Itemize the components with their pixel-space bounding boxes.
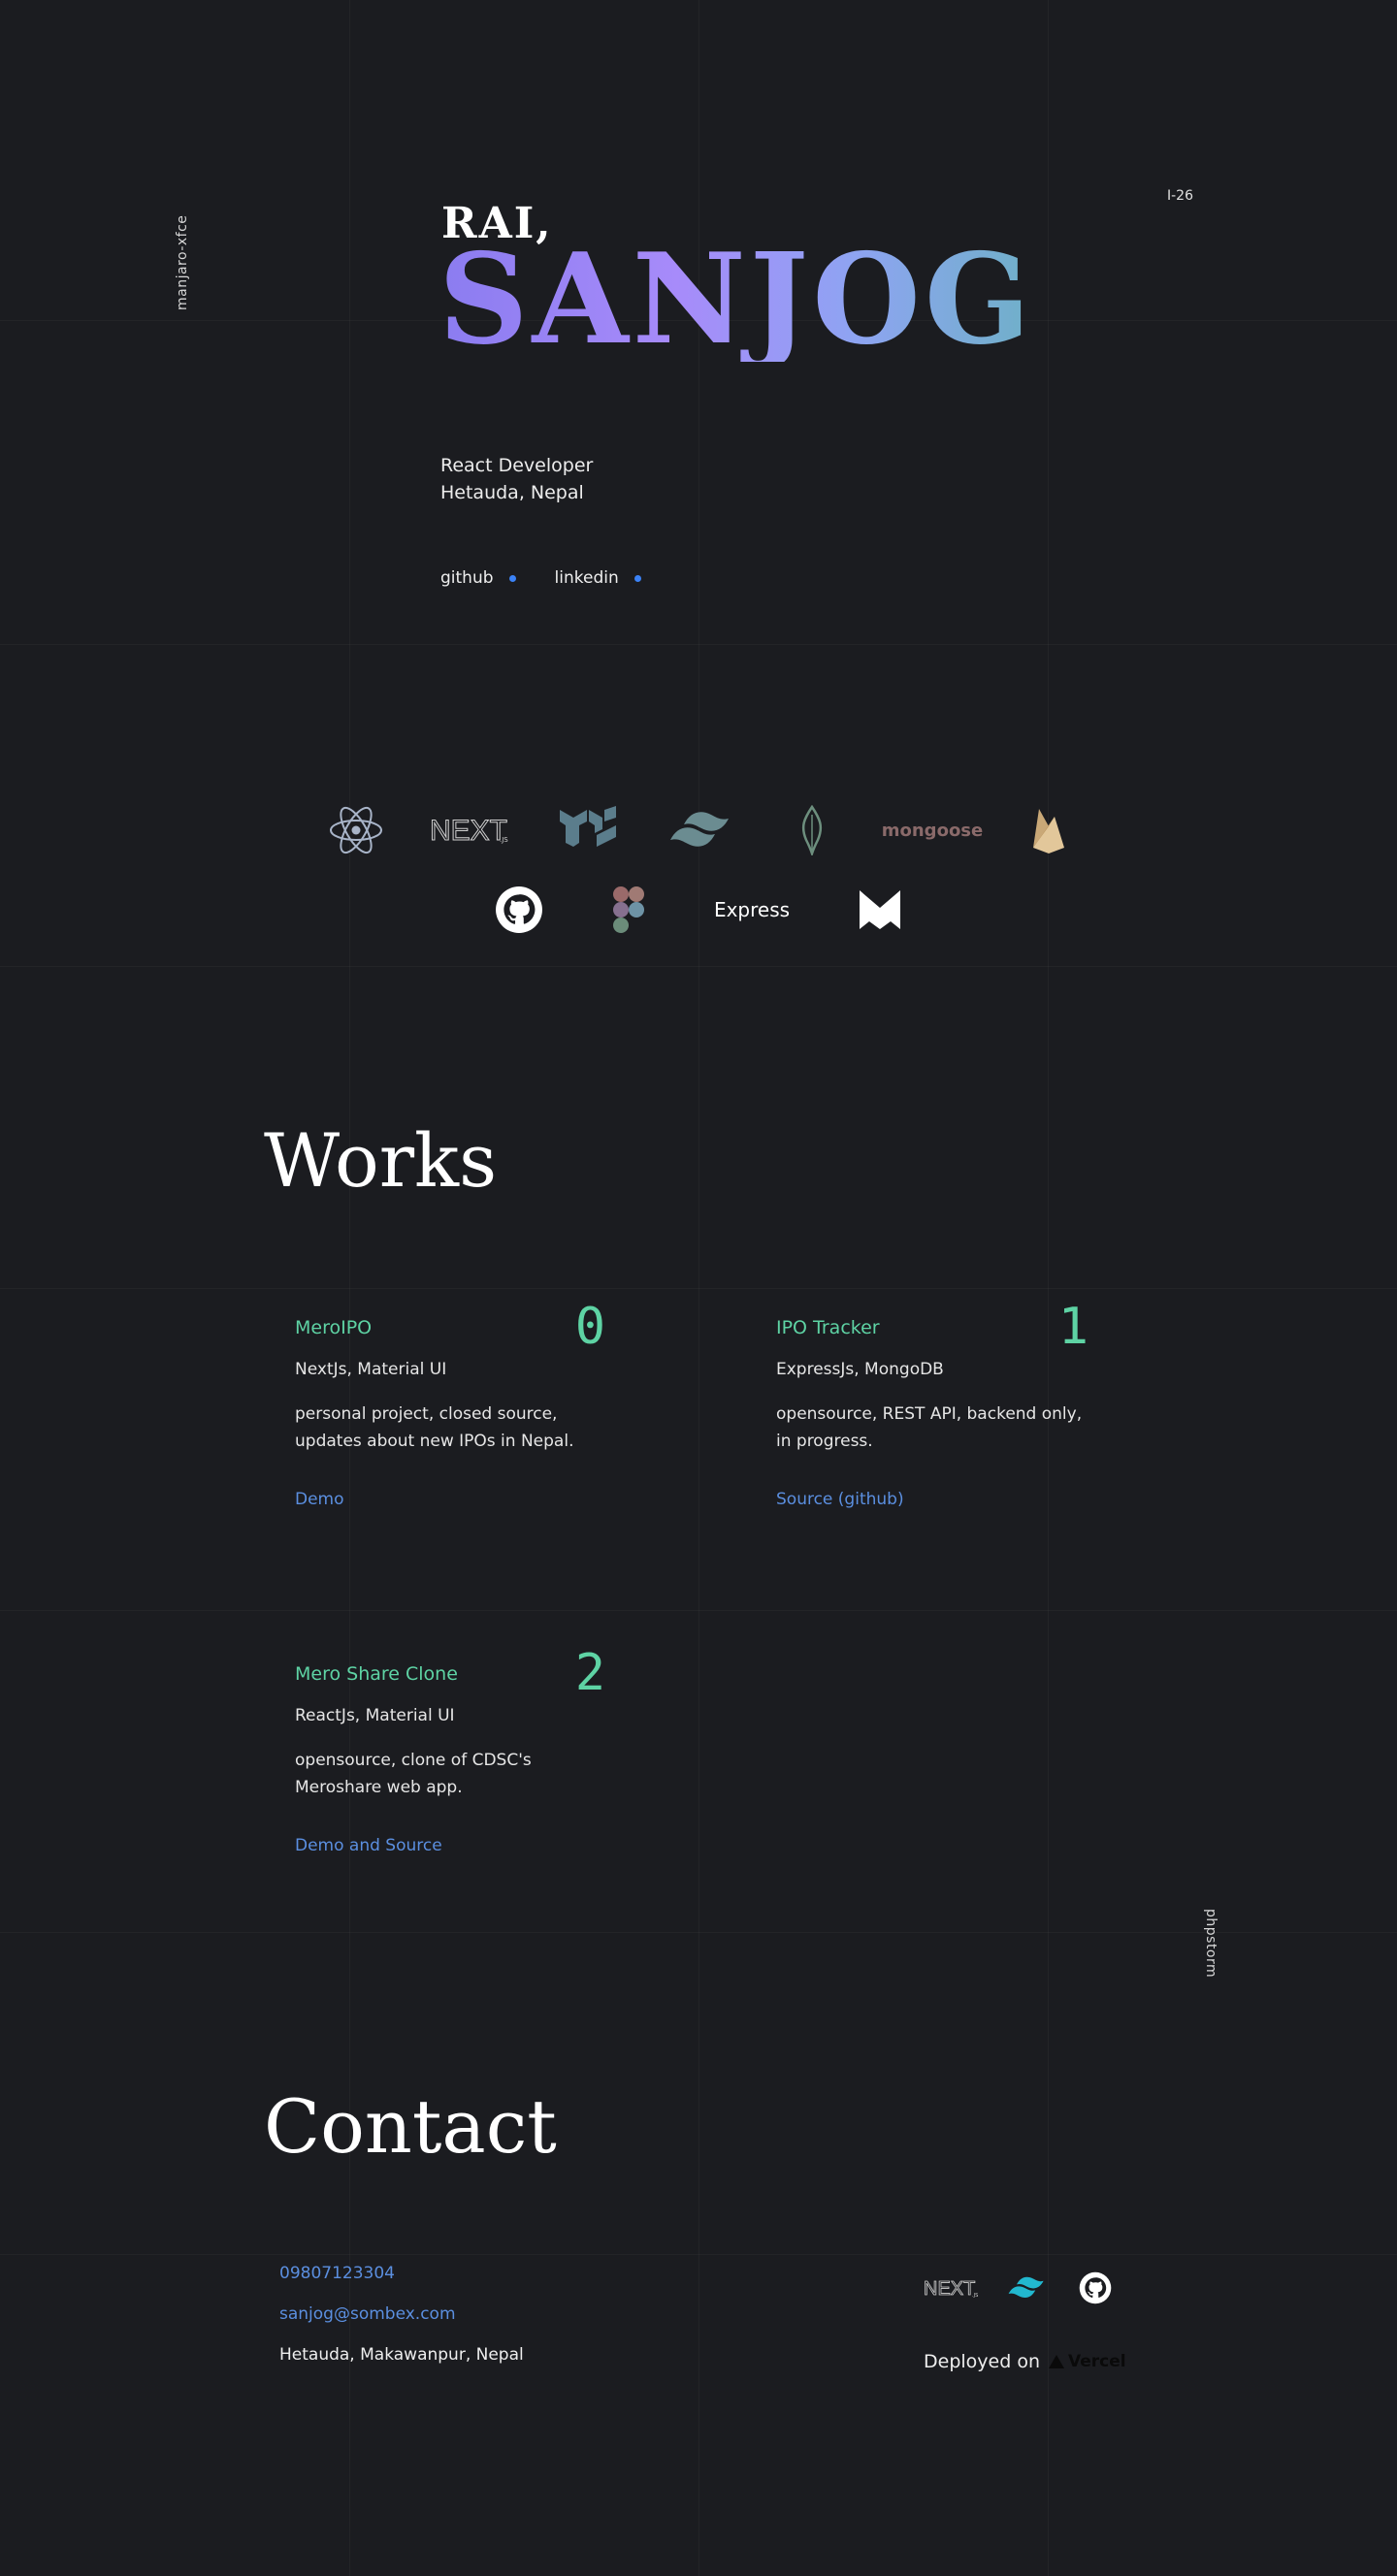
hero-role: React Developer xyxy=(440,455,594,476)
deployed-on: Deployed on Vercel xyxy=(924,2351,1126,2372)
contact-email-link[interactable]: sanjog@sombex.com xyxy=(279,2304,524,2324)
work-title: IPO Tracker xyxy=(776,1317,880,1338)
vercel-triangle-icon xyxy=(1048,2355,1064,2368)
tailwind-icon xyxy=(665,807,742,853)
grid-line xyxy=(0,1932,1397,1933)
linkedin-link[interactable]: linkedin xyxy=(555,568,641,588)
work-demo-source-link[interactable]: Demo and Source xyxy=(295,1836,442,1855)
vercel-logo[interactable]: Vercel xyxy=(1048,2352,1126,2371)
nextjs-icon: NEXT .JS xyxy=(924,2275,979,2304)
work-number: 1 xyxy=(1057,1298,1088,1356)
github-icon xyxy=(495,886,543,934)
work-card: 0 MeroIPO NextJs, Material UI personal p… xyxy=(295,1298,605,1509)
contact-info: 09807123304 sanjog@sombex.com Hetauda, M… xyxy=(279,2264,524,2386)
side-label-os: manjaro-xfce xyxy=(175,214,190,310)
grid-line xyxy=(0,2254,1397,2255)
dot-icon xyxy=(508,574,516,582)
nextjs-icon: NEXT .JS xyxy=(430,813,511,848)
work-demo-link[interactable]: Demo xyxy=(295,1490,344,1509)
social-links: github linkedin xyxy=(440,568,641,588)
work-number: 2 xyxy=(574,1644,605,1702)
svg-text:.JS: .JS xyxy=(500,836,508,844)
svg-text:NEXT: NEXT xyxy=(430,815,507,847)
firebase-icon xyxy=(1029,805,1068,855)
work-stack: ReactJs, Material UI xyxy=(295,1706,455,1725)
corner-label: I-26 xyxy=(1167,188,1193,204)
work-description: opensource, REST API, backend only, in p… xyxy=(776,1404,1083,1451)
deployed-label: Deployed on xyxy=(924,2351,1040,2372)
grid-line xyxy=(0,1288,1397,1289)
work-stack: NextJs, Material UI xyxy=(295,1360,447,1379)
work-card: 1 IPO Tracker ExpressJs, MongoDB opensou… xyxy=(776,1298,1088,1509)
contact-phone-link[interactable]: 09807123304 xyxy=(279,2264,524,2283)
linkedin-link-label: linkedin xyxy=(554,568,619,588)
work-stack: ExpressJs, MongoDB xyxy=(776,1360,944,1379)
contact-title: Contact xyxy=(264,2083,557,2170)
work-title: MeroIPO xyxy=(295,1317,373,1338)
grid-line xyxy=(0,1610,1397,1611)
github-icon xyxy=(1079,2271,1112,2308)
work-description: personal project, closed source, updates… xyxy=(295,1404,574,1451)
material-ui-icon xyxy=(558,806,618,854)
vercel-label: Vercel xyxy=(1067,2352,1126,2371)
figma-icon xyxy=(611,885,646,935)
svg-text:.JS: .JS xyxy=(972,2293,978,2299)
mongodb-icon xyxy=(789,805,835,855)
works-title: Works xyxy=(264,1117,498,1204)
tech-stack-row-1: NEXT .JS mongoose xyxy=(0,803,1397,857)
work-card: 2 Mero Share Clone ReactJs, Material UI … xyxy=(295,1644,605,1855)
contact-address: Hetauda, Makawanpur, Nepal xyxy=(279,2345,524,2365)
footer-tech-icons: NEXT .JS xyxy=(924,2271,1112,2308)
side-label-editor: phpstorm xyxy=(1203,1909,1218,1979)
grid-line xyxy=(0,966,1397,967)
dot-icon xyxy=(634,574,641,582)
medusa-icon xyxy=(858,888,902,931)
github-link-label: github xyxy=(440,568,494,588)
tech-stack-row-2: Express xyxy=(0,885,1397,935)
work-source-link[interactable]: Source (github) xyxy=(776,1490,904,1509)
work-title: Mero Share Clone xyxy=(295,1663,458,1685)
express-label: Express xyxy=(713,898,791,921)
hero-location: Hetauda, Nepal xyxy=(440,482,584,503)
work-number: 0 xyxy=(574,1298,605,1356)
hero-info: React Developer Hetauda, Nepal xyxy=(440,452,593,506)
grid-line xyxy=(0,644,1397,645)
svg-text:NEXT: NEXT xyxy=(924,2278,975,2300)
github-link[interactable]: github xyxy=(440,568,516,588)
react-icon xyxy=(329,803,383,857)
work-description: opensource, clone of CDSC's Meroshare we… xyxy=(295,1751,532,1797)
mongoose-icon: mongoose xyxy=(881,820,984,841)
hero-last-name: SANJOG xyxy=(439,227,1035,372)
tailwind-icon xyxy=(1005,2273,1052,2306)
